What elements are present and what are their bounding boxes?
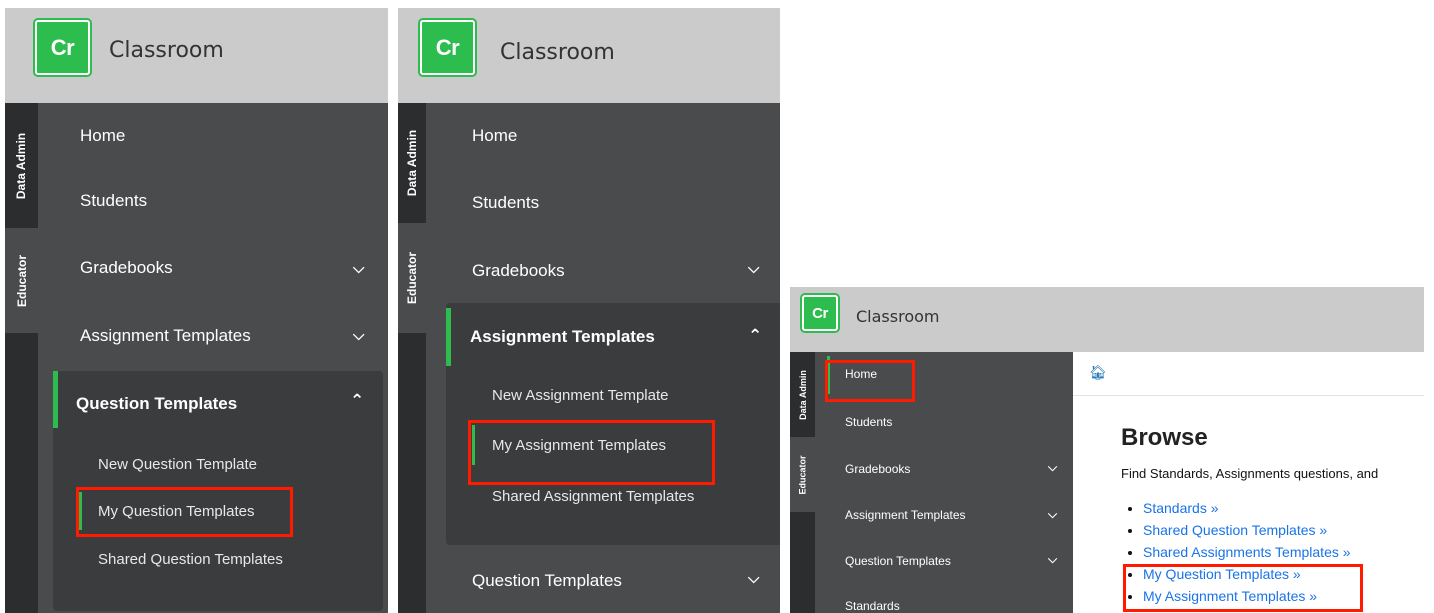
sidebar-nav: Home Students Gradebooks ⌵ Assignment Te…	[426, 103, 780, 613]
active-indicator	[446, 308, 451, 366]
nav-assignment-templates[interactable]: Assignment Templates	[38, 303, 388, 368]
nav-students[interactable]: Students	[38, 168, 388, 233]
tab-educator[interactable]: Educator	[398, 223, 426, 333]
tab-educator[interactable]: Educator	[5, 228, 38, 333]
chevron-down-icon[interactable]: ⌵	[353, 327, 364, 344]
list-item: Shared Assignments Templates »	[1143, 544, 1351, 566]
nav-assignment-templates[interactable]: Assignment Templates	[470, 303, 655, 371]
app-logo[interactable]: Cr	[35, 20, 90, 75]
tab-data-admin[interactable]: Data Admin	[398, 103, 426, 223]
role-rail: Data Admin Educator	[5, 103, 38, 613]
page-description: Find Standards, Assignments questions, a…	[1121, 466, 1379, 481]
link-shared-question-templates[interactable]: Shared Question Templates »	[1143, 522, 1327, 538]
browse-content: 🏠︎ Browse Find Standards, Assignments qu…	[1073, 352, 1424, 613]
submenu-item-shared[interactable]: Shared Assignment Templates	[492, 481, 694, 511]
nav-gradebooks[interactable]: Gradebooks	[815, 446, 1073, 492]
app-logo[interactable]: Cr	[802, 295, 838, 331]
chevron-down-icon[interactable]: ⌵	[1048, 460, 1057, 475]
link-shared-assignments-templates[interactable]: Shared Assignments Templates »	[1143, 544, 1351, 560]
app-header: Cr Classroom	[790, 287, 1424, 352]
app-title: Classroom	[500, 40, 615, 65]
submenu-item-new[interactable]: New Assignment Template	[492, 380, 668, 410]
app-title: Classroom	[856, 307, 940, 326]
nav-home[interactable]: Home	[38, 103, 388, 168]
tab-educator[interactable]: Educator	[790, 437, 815, 512]
highlight-box	[825, 360, 915, 402]
list-item: Shared Question Templates »	[1143, 522, 1351, 544]
app-header: Cr Classroom	[398, 8, 780, 103]
chevron-down-icon[interactable]: ⌵	[748, 260, 759, 277]
panel-question-templates: Cr Classroom Data Admin Educator Home St…	[5, 8, 388, 613]
highlight-box	[468, 420, 715, 485]
submenu-item-shared[interactable]: Shared Question Templates	[98, 544, 283, 574]
chevron-down-icon[interactable]: ⌵	[748, 570, 759, 587]
panel-assignment-templates: Cr Classroom Data Admin Educator Home St…	[398, 8, 780, 613]
chevron-up-icon[interactable]: ⌃	[748, 326, 762, 346]
highlight-box	[1123, 564, 1363, 612]
chevron-up-icon[interactable]: ⌃	[350, 391, 364, 411]
chevron-down-icon[interactable]: ⌵	[1048, 507, 1057, 522]
app-title: Classroom	[109, 38, 224, 63]
nav-gradebooks[interactable]: Gradebooks	[38, 233, 388, 303]
role-rail: Data Admin Educator	[790, 352, 815, 613]
link-standards[interactable]: Standards »	[1143, 500, 1219, 516]
chevron-down-icon[interactable]: ⌵	[1048, 552, 1057, 567]
nav-home[interactable]: Home	[426, 103, 780, 168]
list-item: Standards »	[1143, 500, 1351, 522]
tab-data-admin[interactable]: Data Admin	[790, 352, 815, 437]
app-header: Cr Classroom	[5, 8, 388, 103]
app-logo[interactable]: Cr	[420, 20, 475, 75]
tab-data-admin[interactable]: Data Admin	[5, 103, 38, 228]
nav-assignment-templates[interactable]: Assignment Templates	[815, 492, 1073, 538]
nav-question-templates[interactable]: Question Templates	[426, 548, 780, 613]
nav-question-templates[interactable]: Question Templates	[815, 538, 1073, 584]
breadcrumb: 🏠︎	[1073, 352, 1424, 396]
nav-standards[interactable]: Standards	[815, 584, 1073, 613]
nav-students[interactable]: Students	[426, 168, 780, 238]
submenu-item-new[interactable]: New Question Template	[98, 449, 257, 479]
page-title: Browse	[1121, 424, 1208, 451]
chevron-down-icon[interactable]: ⌵	[353, 260, 364, 277]
active-indicator	[53, 371, 58, 428]
home-icon[interactable]: 🏠︎	[1089, 364, 1107, 381]
highlight-box	[76, 487, 293, 537]
nav-gradebooks[interactable]: Gradebooks	[426, 238, 780, 303]
nav-students[interactable]: Students	[815, 400, 1073, 444]
panel-browse: Cr Classroom Data Admin Educator Home St…	[790, 287, 1424, 613]
role-rail: Data Admin Educator	[398, 103, 426, 613]
nav-question-templates[interactable]: Question Templates	[76, 371, 237, 436]
